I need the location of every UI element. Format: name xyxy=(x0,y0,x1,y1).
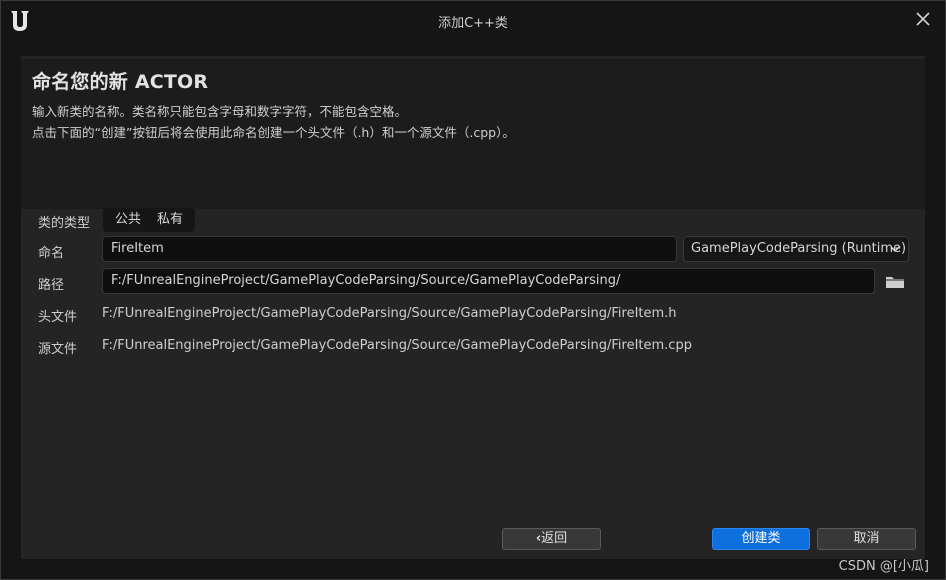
header-file-path: F:/FUnrealEngineProject/GamePlayCodePars… xyxy=(102,306,677,321)
chevron-down-icon xyxy=(890,246,900,253)
module-dropdown-value: GamePlayCodeParsing (Runtime) xyxy=(691,241,907,256)
description-line-2: 点击下面的“创建”按钮后将会使用此命名创建一个头文件（.h）和一个源文件（.cp… xyxy=(32,125,515,140)
cancel-button[interactable]: 取消 xyxy=(817,528,916,550)
dialog-content: 命名您的新 ACTOR 输入新类的名称。类名称只能包含字母和数字字符，不能包含空… xyxy=(21,56,925,559)
create-class-button[interactable]: 创建类 xyxy=(712,528,810,550)
class-type-selector: 公共 私有 xyxy=(103,208,196,232)
window-title: 添加C++类 xyxy=(438,16,508,31)
source-file-label: 源文件 xyxy=(38,342,78,357)
header-file-label: 头文件 xyxy=(38,310,78,325)
title-bar[interactable]: 添加C++类 xyxy=(1,1,945,41)
class-type-private-option[interactable]: 私有 xyxy=(149,208,191,232)
class-type-public-option[interactable]: 公共 xyxy=(107,208,149,232)
back-button[interactable]: ‹返回 xyxy=(502,528,601,550)
class-name-input[interactable]: FireItem xyxy=(102,236,677,262)
path-input[interactable]: F:/FUnrealEngineProject/GamePlayCodePars… xyxy=(102,268,875,294)
page-title: 命名您的新 ACTOR xyxy=(32,71,209,93)
dialog-window: 添加C++类 命名您的新 ACTOR 输入新类的名称。类名称只能包含字母和数字字… xyxy=(0,0,946,580)
watermark: CSDN @[小瓜] xyxy=(838,559,929,574)
class-type-label: 类的类型 xyxy=(38,216,91,231)
close-icon[interactable] xyxy=(915,11,931,27)
back-button-label: 返回 xyxy=(541,531,568,546)
module-dropdown[interactable]: GamePlayCodeParsing (Runtime) xyxy=(683,236,909,262)
header-panel: 命名您的新 ACTOR 输入新类的名称。类名称只能包含字母和数字字符，不能包含空… xyxy=(21,59,925,209)
source-file-path: F:/FUnrealEngineProject/GamePlayCodePars… xyxy=(102,338,692,353)
path-label: 路径 xyxy=(38,278,65,293)
name-label: 命名 xyxy=(38,246,65,261)
folder-icon[interactable] xyxy=(885,274,905,290)
description-line-1: 输入新类的名称。类名称只能包含字母和数字字符，不能包含空格。 xyxy=(32,104,408,119)
